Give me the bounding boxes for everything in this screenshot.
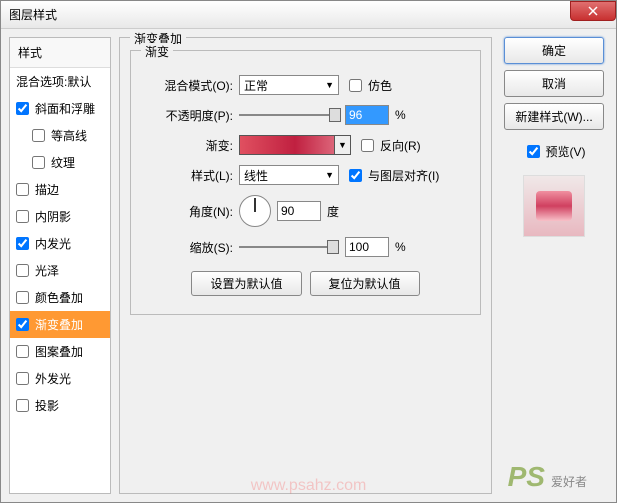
style-item[interactable]: 投影 xyxy=(10,392,110,419)
dropdown-icon: ▼ xyxy=(325,80,334,90)
reverse-checkbox[interactable]: 反向(R) xyxy=(357,136,421,155)
style-value: 线性 xyxy=(244,167,268,184)
style-item-label: 纹理 xyxy=(51,154,75,171)
blend-mode-label: 混合模式(O): xyxy=(143,77,233,94)
style-item-label: 图案叠加 xyxy=(35,343,83,360)
style-item-label: 等高线 xyxy=(51,127,87,144)
style-item-label: 描边 xyxy=(35,181,59,198)
reset-default-button[interactable]: 复位为默认值 xyxy=(310,271,420,296)
scale-slider[interactable] xyxy=(239,239,339,255)
style-item-checkbox[interactable] xyxy=(16,318,29,331)
style-item-checkbox[interactable] xyxy=(16,372,29,385)
style-item-checkbox[interactable] xyxy=(16,399,29,412)
scale-unit: % xyxy=(395,240,406,254)
close-icon xyxy=(588,6,598,16)
style-item[interactable]: 外发光 xyxy=(10,365,110,392)
style-item-label: 斜面和浮雕 xyxy=(35,100,95,117)
preview-label: 预览(V) xyxy=(546,143,586,160)
preview-thumbnail xyxy=(523,175,585,237)
align-checkbox[interactable]: 与图层对齐(I) xyxy=(345,166,439,185)
opacity-input[interactable]: 96 xyxy=(345,105,389,125)
preview-inner xyxy=(536,191,572,221)
dropdown-icon: ▼ xyxy=(325,170,334,180)
style-item[interactable]: 光泽 xyxy=(10,257,110,284)
style-item[interactable]: 图案叠加 xyxy=(10,338,110,365)
opacity-unit: % xyxy=(395,108,406,122)
angle-label: 角度(N): xyxy=(143,203,233,220)
close-button[interactable] xyxy=(570,1,616,21)
gradient-inner-group: 渐变 混合模式(O): 正常 ▼ 仿色 不透明度(P): xyxy=(130,50,481,315)
style-item-checkbox[interactable] xyxy=(16,345,29,358)
style-item[interactable]: 等高线 xyxy=(10,122,110,149)
style-item[interactable]: 颜色叠加 xyxy=(10,284,110,311)
style-item-label: 外发光 xyxy=(35,370,71,387)
style-item-label: 颜色叠加 xyxy=(35,289,83,306)
angle-input[interactable]: 90 xyxy=(277,201,321,221)
gradient-dropdown-icon[interactable]: ▼ xyxy=(334,136,350,154)
style-item-checkbox[interactable] xyxy=(16,210,29,223)
style-item-checkbox[interactable] xyxy=(16,102,29,115)
scale-input[interactable]: 100 xyxy=(345,237,389,257)
styles-list: 样式 混合选项:默认 斜面和浮雕等高线纹理描边内阴影内发光光泽颜色叠加渐变叠加图… xyxy=(9,37,111,494)
style-item[interactable]: 渐变叠加 xyxy=(10,311,110,338)
opacity-label: 不透明度(P): xyxy=(143,107,233,124)
style-item-label: 内发光 xyxy=(35,235,71,252)
style-item-checkbox[interactable] xyxy=(16,291,29,304)
gradient-label: 渐变: xyxy=(143,137,233,154)
dither-checkbox[interactable]: 仿色 xyxy=(345,76,392,95)
scale-label: 缩放(S): xyxy=(143,239,233,256)
opacity-thumb[interactable] xyxy=(329,108,341,122)
content-area: 样式 混合选项:默认 斜面和浮雕等高线纹理描边内阴影内发光光泽颜色叠加渐变叠加图… xyxy=(1,29,616,502)
gradient-overlay-group: 渐变叠加 渐变 混合模式(O): 正常 ▼ 仿色 xyxy=(119,37,492,494)
set-default-button[interactable]: 设置为默认值 xyxy=(191,271,301,296)
blend-options-label: 混合选项:默认 xyxy=(16,73,91,90)
reverse-input[interactable] xyxy=(361,139,374,152)
layer-style-dialog: 图层样式 样式 混合选项:默认 斜面和浮雕等高线纹理描边内阴影内发光光泽颜色叠加… xyxy=(0,0,617,503)
right-panel: 确定 取消 新建样式(W)... 预览(V) xyxy=(500,37,608,494)
blend-options-item[interactable]: 混合选项:默认 xyxy=(10,68,110,95)
style-item[interactable]: 斜面和浮雕 xyxy=(10,95,110,122)
style-item[interactable]: 内发光 xyxy=(10,230,110,257)
blend-mode-value: 正常 xyxy=(244,77,268,94)
style-item[interactable]: 描边 xyxy=(10,176,110,203)
style-item-checkbox[interactable] xyxy=(16,183,29,196)
align-input[interactable] xyxy=(349,169,362,182)
opacity-slider[interactable] xyxy=(239,107,339,123)
blend-mode-combo[interactable]: 正常 ▼ xyxy=(239,75,339,95)
align-label: 与图层对齐(I) xyxy=(368,167,439,184)
style-item[interactable]: 内阴影 xyxy=(10,203,110,230)
cancel-button[interactable]: 取消 xyxy=(504,70,604,97)
style-label: 样式(L): xyxy=(143,167,233,184)
window-title: 图层样式 xyxy=(9,6,57,23)
style-item-checkbox[interactable] xyxy=(16,237,29,250)
dither-label: 仿色 xyxy=(368,77,392,94)
preview-input[interactable] xyxy=(527,145,540,158)
titlebar: 图层样式 xyxy=(1,1,616,29)
dither-input[interactable] xyxy=(349,79,362,92)
style-item-label: 投影 xyxy=(35,397,59,414)
style-item-label: 内阴影 xyxy=(35,208,71,225)
inner-title: 渐变 xyxy=(141,43,173,60)
styles-header[interactable]: 样式 xyxy=(10,38,110,68)
angle-dial[interactable] xyxy=(239,195,271,227)
reverse-label: 反向(R) xyxy=(380,137,421,154)
style-item-label: 渐变叠加 xyxy=(35,316,83,333)
new-style-button[interactable]: 新建样式(W)... xyxy=(504,103,604,130)
style-item-label: 光泽 xyxy=(35,262,59,279)
ok-button[interactable]: 确定 xyxy=(504,37,604,64)
angle-unit: 度 xyxy=(327,203,339,220)
gradient-picker[interactable]: ▼ xyxy=(239,135,351,155)
scale-thumb[interactable] xyxy=(327,240,339,254)
style-item-checkbox[interactable] xyxy=(16,264,29,277)
style-combo[interactable]: 线性 ▼ xyxy=(239,165,339,185)
style-item-checkbox[interactable] xyxy=(32,129,45,142)
style-item[interactable]: 纹理 xyxy=(10,149,110,176)
style-item-checkbox[interactable] xyxy=(32,156,45,169)
preview-checkbox[interactable]: 预览(V) xyxy=(523,142,586,161)
settings-panel: 渐变叠加 渐变 混合模式(O): 正常 ▼ 仿色 xyxy=(119,37,492,494)
